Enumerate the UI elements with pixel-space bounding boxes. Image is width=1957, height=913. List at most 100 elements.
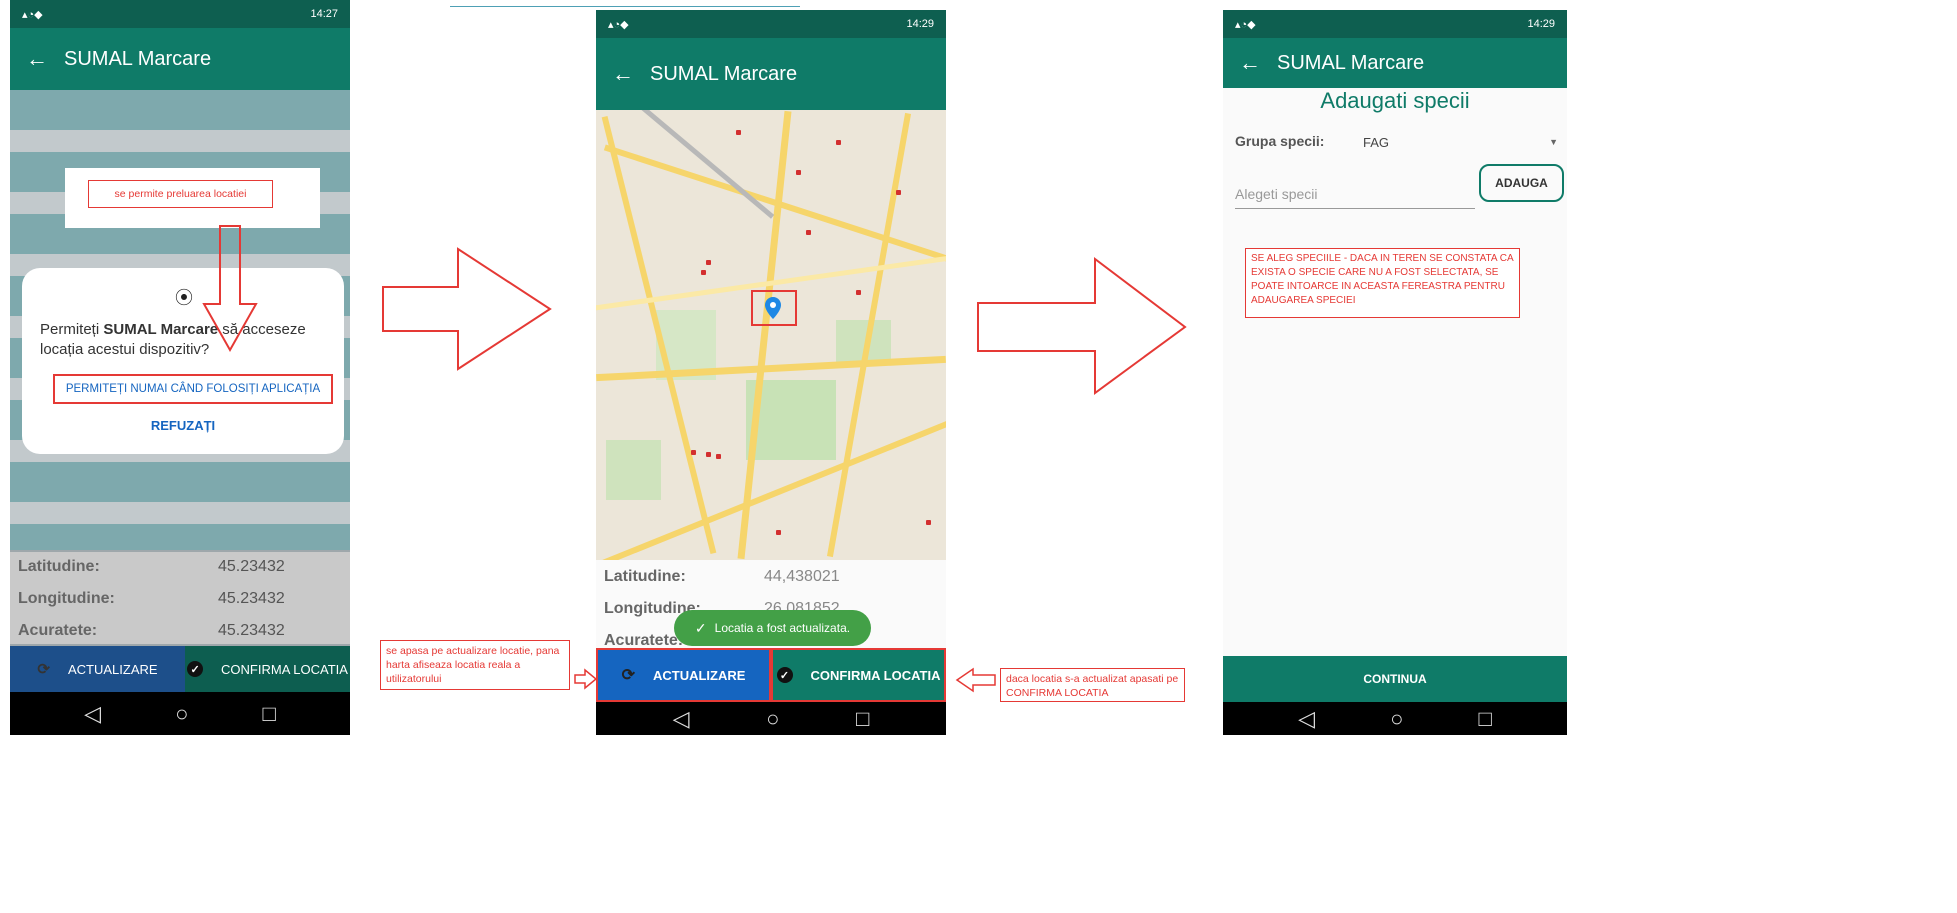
dropdown-arrow-icon: ▼	[1549, 137, 1558, 147]
poi-marker	[896, 190, 901, 195]
poi-marker	[706, 260, 711, 265]
status-time: 14:29	[1527, 18, 1555, 30]
latitude-row: Latitudine: 45.23432	[10, 558, 350, 576]
back-arrow-icon[interactable]: ←	[596, 61, 650, 87]
check-circle-icon: ✓	[187, 661, 204, 677]
app-title: SUMAL Marcare	[64, 47, 212, 70]
status-bar: ▴◔◆ 14:29	[1223, 10, 1567, 38]
species-input[interactable]: Alegeti specii	[1235, 178, 1475, 209]
android-nav-bar: ◁ ○ □	[1223, 702, 1567, 735]
nav-recents-icon[interactable]: □	[1479, 706, 1492, 732]
android-nav-bar: ◁ ○ □	[10, 692, 350, 735]
screen-add-species: ▴◔◆ 14:29 ← SUMAL Marcare Adaugati speci…	[1223, 10, 1567, 735]
location-pin-icon	[765, 297, 781, 319]
note-select-species: SE ALEG SPECIILE - DACA IN TEREN SE CONS…	[1245, 248, 1520, 318]
app-bar: ← SUMAL Marcare	[10, 28, 350, 90]
status-bar: ▴◔◆ 14:27	[10, 0, 350, 28]
screen-location-permission: ▴◔◆ 14:27 ← SUMAL Marcare se permite pre…	[10, 0, 350, 735]
toast-location-updated: ✓ Locatia a fost actualizata.	[674, 610, 871, 646]
confirm-label: CONFIRMA LOCATIA	[810, 667, 941, 683]
poi-marker	[736, 130, 741, 135]
nav-home-icon[interactable]: ○	[175, 701, 188, 727]
poi-marker	[796, 170, 801, 175]
species-group-value: FAG	[1363, 134, 1390, 150]
poi-marker	[806, 230, 811, 235]
latitude-label: Latitudine:	[604, 568, 686, 585]
latitude-value: 45.23432	[218, 558, 285, 575]
species-group-select[interactable]: FAG ▼	[1363, 128, 1558, 156]
app-title: SUMAL Marcare	[1277, 51, 1425, 74]
status-time: 14:27	[310, 8, 338, 20]
add-species-button[interactable]: ADAUGA	[1479, 164, 1564, 202]
permission-dialog: ⦿ Permiteți SUMAL Marcare să acceseze lo…	[22, 268, 344, 454]
poi-marker	[716, 454, 721, 459]
checkmark-icon: ✓	[694, 619, 707, 636]
status-bar: ▴◔◆ 14:29	[596, 10, 946, 38]
longitude-label: Longitudine:	[18, 590, 115, 607]
update-location-button[interactable]: ⟳ ACTUALIZARE	[596, 648, 771, 702]
latitude-row: Latitudine: 44,438021	[596, 568, 946, 586]
nav-back-icon[interactable]: ◁	[1298, 706, 1315, 732]
continue-label: CONTINUA	[1363, 672, 1427, 686]
confirm-location-button[interactable]: ✓ CONFIRMA LOCATIA	[185, 646, 350, 692]
refresh-icon: ⟳	[37, 661, 50, 678]
signal-icon: ▴◔◆	[608, 18, 629, 31]
nav-back-icon[interactable]: ◁	[673, 706, 690, 732]
accuracy-row: Acuratete: 45.23432	[10, 622, 350, 640]
back-arrow-icon[interactable]: ←	[1223, 50, 1277, 76]
latitude-label: Latitudine:	[18, 558, 100, 575]
update-label: ACTUALIZARE	[68, 661, 158, 677]
update-location-button[interactable]: ⟳ ACTUALIZARE	[10, 646, 185, 692]
nav-recents-icon[interactable]: □	[856, 706, 869, 732]
species-input-placeholder: Alegeti specii	[1235, 186, 1318, 202]
check-circle-icon: ✓	[776, 667, 793, 683]
signal-icon: ▴◔◆	[1235, 18, 1256, 31]
dialog-message: Permiteți SUMAL Marcare să acceseze loca…	[40, 320, 335, 360]
note-update-location: se apasa pe actualizare locatie, pana ha…	[380, 640, 570, 690]
note-allow-location: se permite preluarea locatiei	[88, 180, 273, 208]
poi-marker	[701, 270, 706, 275]
annotation-arrow-left	[955, 667, 996, 693]
map-view[interactable]	[596, 110, 946, 560]
flow-arrow-1	[382, 247, 552, 371]
refresh-icon: ⟳	[621, 667, 635, 684]
signal-icon: ▴◔◆	[22, 8, 43, 21]
poi-marker	[691, 450, 696, 455]
location-pin-icon: ⦿	[175, 288, 193, 308]
confirm-label: CONFIRMA LOCATIA	[221, 661, 348, 677]
road	[617, 110, 775, 219]
screen-map-location: ▴◔◆ 14:29 ← SUMAL Marcare Latitudine: 44…	[596, 10, 946, 735]
poi-marker	[926, 520, 931, 525]
species-heading: Adaugati specii	[1320, 88, 1470, 113]
dialog-text: Permiteți	[40, 321, 104, 338]
poi-marker	[836, 140, 841, 145]
app-title: SUMAL Marcare	[650, 62, 798, 85]
road	[596, 355, 946, 382]
android-nav-bar: ◁ ○ □	[596, 702, 946, 735]
nav-home-icon[interactable]: ○	[766, 706, 779, 732]
flow-arrow-2	[977, 256, 1187, 395]
app-bar: ← SUMAL Marcare	[1223, 38, 1567, 88]
nav-recents-icon[interactable]: □	[263, 701, 276, 727]
update-label: ACTUALIZARE	[652, 667, 746, 683]
nav-back-icon[interactable]: ◁	[84, 701, 101, 727]
continue-button[interactable]: CONTINUA	[1223, 656, 1567, 702]
longitude-row: Longitudine: 45.23432	[10, 590, 350, 608]
toast-text: Locatia a fost actualizata.	[714, 621, 851, 635]
deny-button[interactable]: REFUZAȚI	[22, 418, 344, 433]
app-bar: ← SUMAL Marcare	[596, 38, 946, 110]
top-divider-line	[450, 6, 800, 7]
back-arrow-icon[interactable]: ←	[10, 46, 64, 72]
confirm-location-button[interactable]: ✓ CONFIRMA LOCATIA	[771, 648, 946, 702]
allow-while-using-button[interactable]: PERMITEȚI NUMAI CÂND FOLOSIȚI APLICAȚIA	[53, 374, 333, 404]
poi-marker	[706, 452, 711, 457]
annotation-down-arrow	[202, 225, 258, 353]
poi-marker	[776, 530, 781, 535]
nav-home-icon[interactable]: ○	[1390, 706, 1403, 732]
status-time: 14:29	[906, 18, 934, 30]
longitude-value: 45.23432	[218, 590, 285, 607]
species-group-label: Grupa specii:	[1235, 133, 1325, 149]
park-area	[606, 440, 661, 500]
accuracy-label: Acuratete:	[18, 622, 98, 639]
poi-marker	[856, 290, 861, 295]
